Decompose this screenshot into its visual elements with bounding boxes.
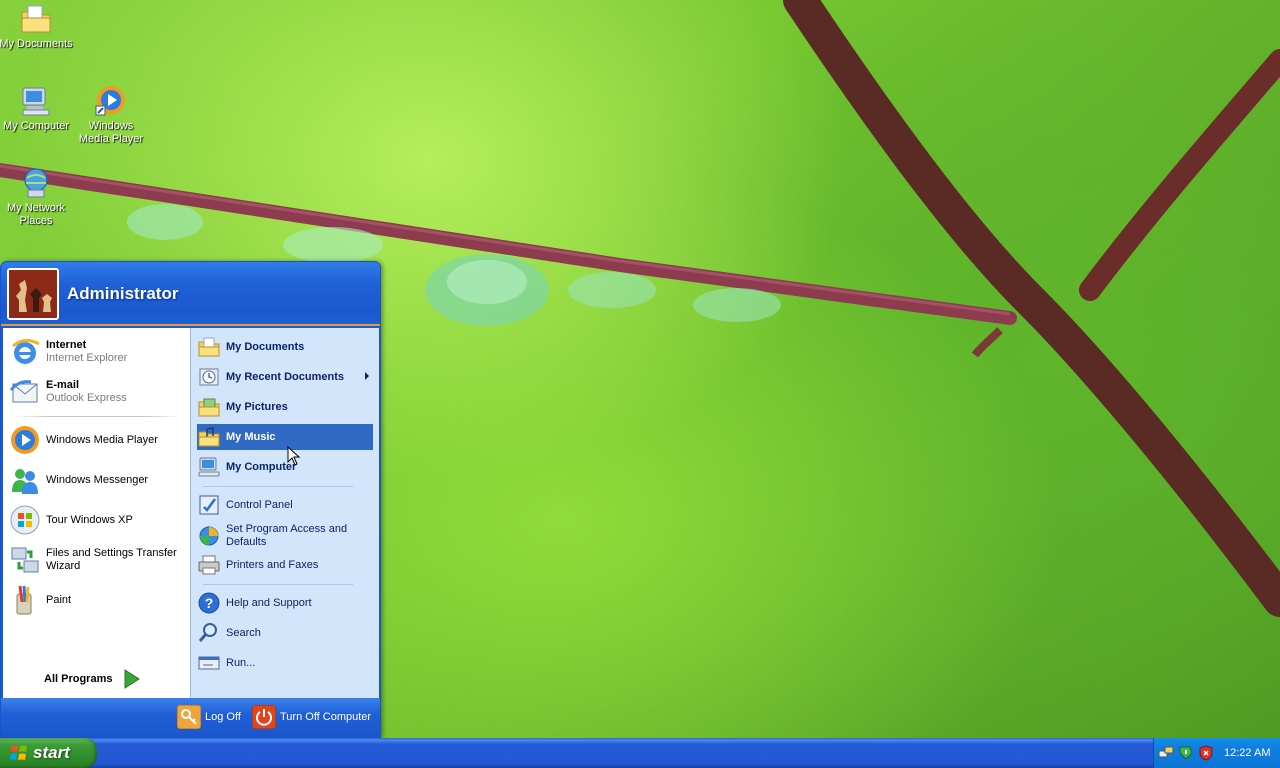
- pinned-email[interactable]: E-mail Outlook Express: [9, 374, 187, 410]
- menu-item-label: My Computer: [226, 461, 297, 473]
- desktop-icon-label: Windows Media Player: [78, 120, 144, 145]
- chess-avatar-icon: [9, 270, 57, 318]
- divider: [203, 584, 353, 585]
- search-icon: [198, 623, 217, 642]
- desktop-icon-my-computer[interactable]: My Computer: [0, 84, 74, 133]
- menu-item-label: Paint: [46, 593, 72, 606]
- user-name: Administrator: [67, 284, 179, 303]
- recent-paint[interactable]: Paint: [9, 582, 187, 618]
- menu-item-label: My Pictures: [226, 401, 288, 413]
- control-panel-icon: [199, 495, 219, 515]
- transfer-wizard-icon: [11, 547, 39, 573]
- menu-item-label: Control Panel: [226, 499, 293, 511]
- my-computer-icon: [22, 87, 50, 116]
- mouse-cursor-icon: [287, 446, 301, 466]
- my-network-places-icon: [24, 168, 48, 198]
- run-item[interactable]: Run...: [197, 650, 373, 676]
- menu-item-label: Windows Media Player: [46, 433, 158, 446]
- svg-text:?: ?: [205, 595, 214, 611]
- internet-explorer-icon: [12, 339, 40, 364]
- divider: [203, 486, 353, 487]
- place-my-pictures[interactable]: My Pictures: [197, 394, 373, 420]
- desktop-icon-windows-media-player[interactable]: Windows Media Player: [73, 84, 149, 146]
- program-access-icon: [199, 526, 219, 546]
- network-tray-icon[interactable]: [1158, 745, 1174, 761]
- menu-item-label: My Documents: [226, 341, 305, 353]
- start-label: start: [33, 743, 70, 762]
- place-my-computer[interactable]: My Computer: [197, 454, 373, 480]
- recent-windows-messenger[interactable]: Windows Messenger: [9, 462, 187, 498]
- desktop-icon-my-documents[interactable]: My Documents: [0, 2, 74, 51]
- clock[interactable]: 12:22 AM: [1224, 747, 1270, 759]
- avatar[interactable]: [7, 268, 59, 320]
- system-program-access[interactable]: Set Program Access and Defaults: [197, 522, 373, 550]
- menu-item-label: My Music: [226, 431, 276, 443]
- menu-item-label: Files and Settings Transfer Wizard: [46, 547, 177, 572]
- place-my-documents[interactable]: My Documents: [197, 334, 373, 360]
- submenu-arrow-icon: [365, 372, 369, 380]
- taskbar: start 12:22 AM: [0, 738, 1280, 768]
- all-programs-button[interactable]: All Programs: [44, 668, 142, 690]
- shield-tray-icon[interactable]: [1198, 745, 1214, 761]
- windows-media-player-icon: [11, 426, 39, 454]
- turn-off-label: Turn Off Computer: [280, 711, 372, 723]
- pinned-internet[interactable]: Internet Internet Explorer: [9, 334, 187, 370]
- pinned-subtitle: Outlook Express: [46, 392, 127, 404]
- place-my-recent-documents[interactable]: My Recent Documents: [197, 364, 373, 390]
- help-icon: ?: [198, 592, 220, 614]
- recent-windows-media-player[interactable]: Windows Media Player: [9, 422, 187, 458]
- desktop-icon-my-network-places[interactable]: My Network Places: [0, 166, 74, 228]
- place-my-music[interactable]: My Music: [197, 424, 373, 450]
- system-control-panel[interactable]: Control Panel: [197, 492, 373, 518]
- start-menu: Administrator Internet Internet Explorer …: [0, 261, 381, 738]
- outlook-express-icon: [9, 380, 38, 403]
- pinned-subtitle: Internet Explorer: [46, 352, 128, 364]
- menu-item-label: Search: [226, 627, 261, 639]
- all-programs-label: All Programs: [44, 673, 113, 685]
- pinned-title: E-mail: [46, 379, 80, 391]
- run-icon: [198, 656, 220, 670]
- my-computer-icon: [198, 457, 220, 477]
- system-tray: 12:22 AM: [1153, 738, 1280, 768]
- menu-item-label: Run...: [226, 657, 256, 669]
- recent-tour-windows-xp[interactable]: Tour Windows XP: [9, 502, 187, 538]
- windows-messenger-icon: [12, 469, 38, 494]
- start-button[interactable]: start: [0, 738, 97, 768]
- help-and-support[interactable]: ? Help and Support: [197, 590, 373, 616]
- menu-item-label: Tour Windows XP: [46, 513, 133, 526]
- windows-media-player-icon: [95, 86, 125, 116]
- menu-item-label: Set Program Access and Defaults: [226, 523, 348, 548]
- desktop-icon-label: My Computer: [2, 120, 70, 132]
- start-menu-header: Administrator: [1, 262, 380, 326]
- pinned-title: Internet: [46, 339, 87, 351]
- tour-windows-xp-icon: [10, 505, 40, 535]
- my-documents-icon: [198, 337, 220, 357]
- green-arrow-icon: [124, 669, 141, 689]
- desktop-icon-label: My Network Places: [6, 202, 66, 227]
- search-item[interactable]: Search: [197, 620, 373, 646]
- start-menu-left-pane: Internet Internet Explorer E-mail Outlook …: [3, 328, 190, 721]
- key-icon: [177, 705, 201, 729]
- system-printers-faxes[interactable]: Printers and Faxes: [197, 552, 373, 578]
- desktop-icon-label: My Documents: [0, 38, 73, 50]
- recent-transfer-wizard[interactable]: Files and Settings Transfer Wizard: [9, 542, 187, 578]
- menu-item-label: Printers and Faxes: [226, 559, 319, 571]
- log-off-button[interactable]: Log Off: [177, 705, 241, 729]
- menu-item-label: Help and Support: [226, 597, 312, 609]
- windows-logo-icon: [10, 745, 27, 760]
- paint-icon: [16, 585, 32, 615]
- menu-item-label: Windows Messenger: [46, 473, 149, 486]
- power-icon: [252, 705, 276, 729]
- menu-item-label: My Recent Documents: [226, 371, 344, 383]
- printers-faxes-icon: [198, 555, 220, 575]
- security-alert-tray-icon[interactable]: [1178, 745, 1194, 761]
- my-music-icon: [198, 427, 220, 447]
- divider: [13, 416, 181, 417]
- my-pictures-icon: [198, 398, 220, 417]
- turn-off-computer-button[interactable]: Turn Off Computer: [252, 705, 371, 729]
- my-recent-documents-icon: [199, 368, 219, 386]
- my-documents-icon: [21, 5, 51, 33]
- log-off-label: Log Off: [205, 711, 241, 723]
